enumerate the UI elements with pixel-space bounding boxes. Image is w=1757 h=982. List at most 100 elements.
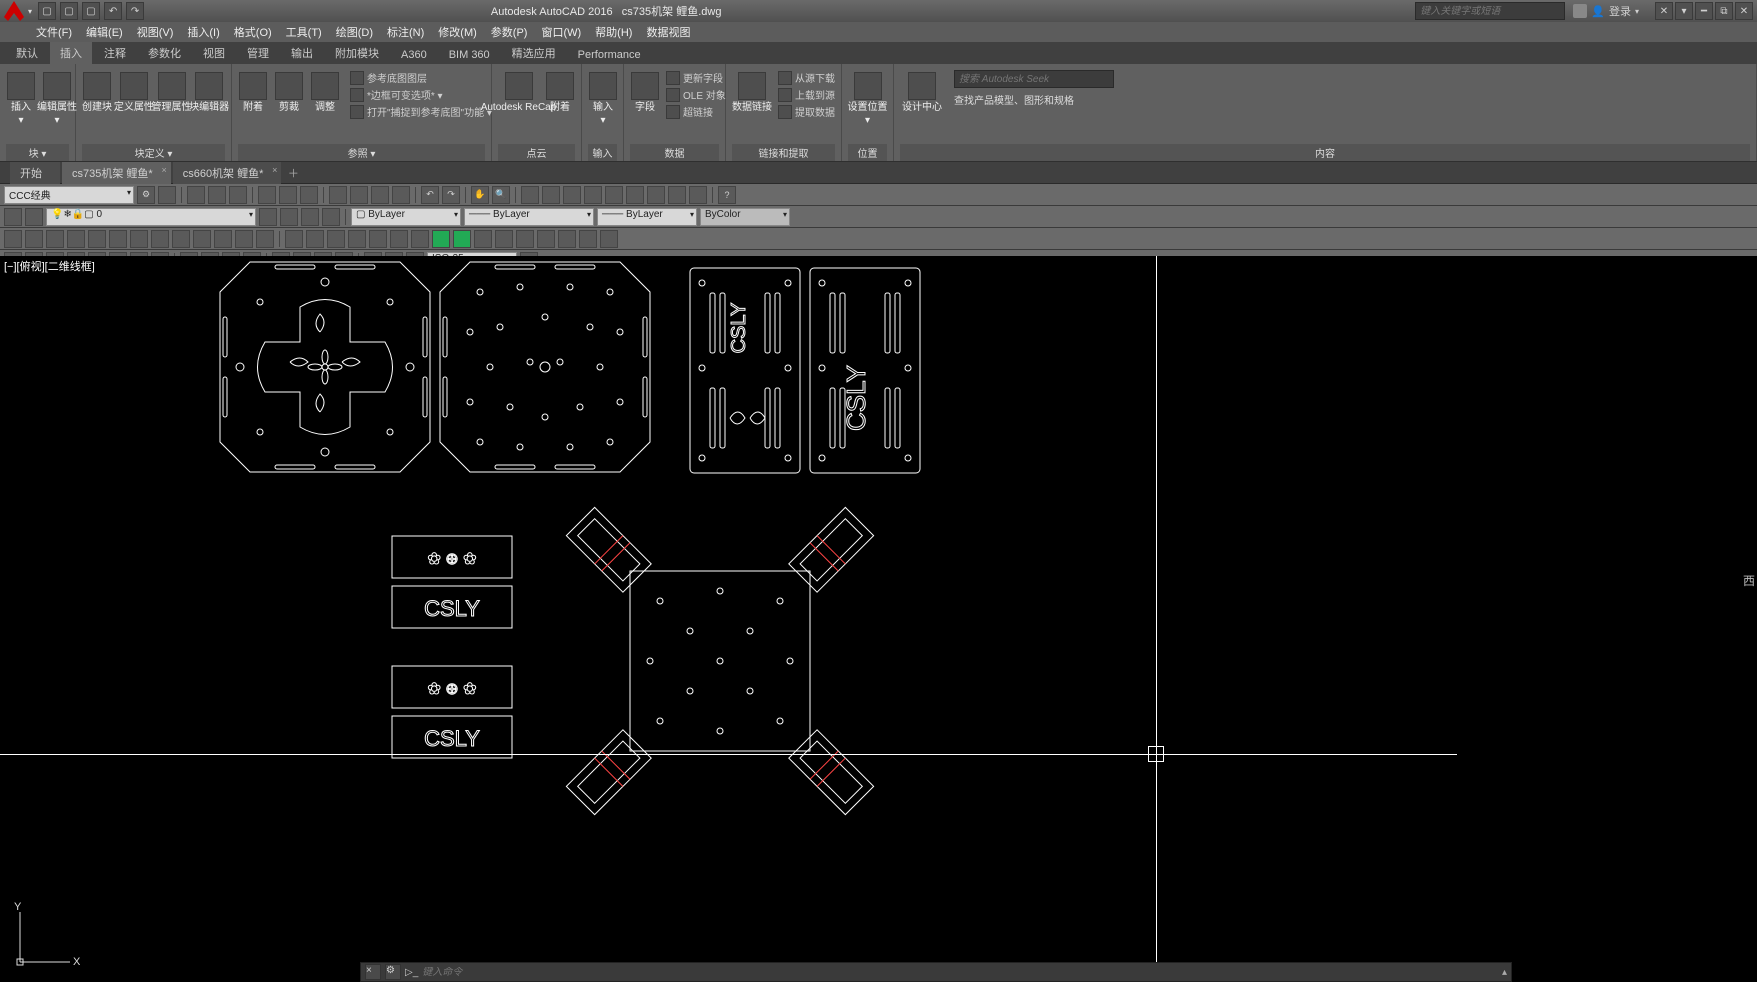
ribbon-tab[interactable]: 插入 (50, 42, 92, 64)
osnap-icon[interactable] (537, 230, 555, 248)
modify-icon[interactable] (151, 230, 169, 248)
tool-icon[interactable] (158, 186, 176, 204)
help-icon[interactable]: ▾ (1675, 2, 1693, 20)
tb-icon[interactable] (668, 186, 686, 204)
plotstyle-dropdown[interactable]: ByColor (700, 208, 790, 226)
modify-icon[interactable] (46, 230, 64, 248)
tb-icon[interactable] (689, 186, 707, 204)
tb-icon[interactable] (259, 208, 277, 226)
color-dropdown[interactable]: ▢ ByLayer (351, 208, 461, 226)
modify-icon[interactable] (172, 230, 190, 248)
pan-icon[interactable]: ✋ (471, 186, 489, 204)
tb-icon[interactable] (605, 186, 623, 204)
redo-icon[interactable]: ↷ (442, 186, 460, 204)
design-center-button[interactable]: 设计中心 (900, 70, 944, 115)
osnap-icon[interactable] (348, 230, 366, 248)
data-link-button[interactable]: 数据链接 (732, 70, 772, 115)
help-search-input[interactable] (1415, 2, 1565, 20)
ribbon-tab[interactable]: 注释 (94, 42, 136, 64)
publish-icon[interactable] (300, 186, 318, 204)
ribbon-tab[interactable]: Performance (568, 46, 651, 64)
command-input[interactable] (422, 967, 1498, 978)
ribbon-tab[interactable]: 精选应用 (502, 42, 566, 64)
layer-props-icon[interactable] (4, 208, 22, 226)
new-icon[interactable] (187, 186, 205, 204)
tb-icon[interactable] (542, 186, 560, 204)
ribbon-tab[interactable]: 输出 (281, 42, 323, 64)
modify-icon[interactable] (214, 230, 232, 248)
osnap-icon[interactable] (285, 230, 303, 248)
tab-cs735[interactable]: cs735机架 鲤鱼*× (62, 162, 171, 184)
preview-icon[interactable] (279, 186, 297, 204)
menu-item[interactable]: 文件(F) (30, 22, 78, 42)
osnap-icon[interactable] (432, 230, 450, 248)
osnap-icon[interactable] (369, 230, 387, 248)
ribbon-tab[interactable]: 默认 (6, 42, 48, 64)
viewcube[interactable]: 西 (1743, 572, 1755, 589)
field-button[interactable]: 字段 (630, 70, 660, 115)
maximize-button[interactable]: ⧉ (1715, 2, 1733, 20)
ribbon-tab[interactable]: A360 (391, 46, 437, 64)
menu-item[interactable]: 数据视图 (640, 22, 696, 42)
menu-item[interactable]: 帮助(H) (589, 22, 638, 42)
osnap-icon[interactable] (600, 230, 618, 248)
extract-data-button[interactable]: 提取数据 (778, 104, 835, 119)
menu-item[interactable]: 绘图(D) (330, 22, 379, 42)
cut-icon[interactable] (329, 186, 347, 204)
cmd-options-icon[interactable]: ⚙ (385, 964, 401, 980)
workspace-dropdown[interactable]: CCC经典 (4, 186, 134, 204)
tab-cs660[interactable]: cs660机架 鲤鱼*× (173, 162, 282, 184)
block-editor-button[interactable]: 块编辑器 (193, 70, 225, 115)
import-button[interactable]: 输入▾ (588, 70, 618, 128)
layer-states-icon[interactable] (25, 208, 43, 226)
download-source-button[interactable]: 从源下载 (778, 70, 835, 85)
define-attr-button[interactable]: 定义属性 (118, 70, 150, 115)
underlay-layers-button[interactable]: 参考底图图层 (350, 70, 492, 85)
osnap-icon[interactable] (495, 230, 513, 248)
close-icon[interactable]: × (272, 165, 277, 175)
command-line[interactable]: × ⚙ ▷_ ▴ (360, 962, 1512, 982)
tb-icon[interactable] (647, 186, 665, 204)
exchange-icon[interactable]: ✕ (1655, 2, 1673, 20)
modify-icon[interactable] (130, 230, 148, 248)
modify-icon[interactable] (256, 230, 274, 248)
tb-icon[interactable] (280, 208, 298, 226)
ribbon-tab[interactable]: 附加模块 (325, 42, 389, 64)
open-icon[interactable] (208, 186, 226, 204)
modify-icon[interactable] (88, 230, 106, 248)
ribbon-tab[interactable]: 管理 (237, 42, 279, 64)
attach-button[interactable]: 附着 (238, 70, 268, 115)
tb-icon[interactable] (626, 186, 644, 204)
seek-search-input[interactable] (954, 70, 1114, 88)
osnap-icon[interactable] (306, 230, 324, 248)
tab-start[interactable]: 开始 (10, 162, 60, 184)
osnap-icon[interactable] (411, 230, 429, 248)
linetype-dropdown[interactable]: ─── ByLayer (464, 208, 594, 226)
tb-icon[interactable] (584, 186, 602, 204)
paste-icon[interactable] (371, 186, 389, 204)
gear-icon[interactable]: ⚙ (137, 186, 155, 204)
qat-redo-icon[interactable]: ↷ (126, 2, 144, 20)
ribbon-tab[interactable]: BIM 360 (439, 46, 500, 64)
ribbon-tab[interactable]: 参数化 (138, 42, 191, 64)
app-menu-dropdown[interactable]: ▾ (28, 7, 32, 16)
layer-dropdown[interactable]: 💡❄🔒▢ 0 (46, 208, 256, 226)
undo-icon[interactable]: ↶ (421, 186, 439, 204)
new-tab-button[interactable]: ＋ (283, 165, 303, 181)
osnap-icon[interactable] (327, 230, 345, 248)
tb-icon[interactable] (521, 186, 539, 204)
set-location-button[interactable]: 设置位置▾ (848, 70, 887, 128)
clip-button[interactable]: 剪裁 (274, 70, 304, 115)
close-icon[interactable]: × (161, 165, 166, 175)
qat-save-icon[interactable]: ▢ (82, 2, 100, 20)
menu-item[interactable]: 标注(N) (381, 22, 430, 42)
qat-undo-icon[interactable]: ↶ (104, 2, 122, 20)
menu-item[interactable]: 视图(V) (131, 22, 180, 42)
menu-item[interactable]: 格式(O) (228, 22, 278, 42)
recap-button[interactable]: Autodesk ReCap (498, 70, 539, 115)
modify-icon[interactable] (193, 230, 211, 248)
save-icon[interactable] (229, 186, 247, 204)
osnap-icon[interactable] (474, 230, 492, 248)
pc-attach-button[interactable]: 附着 (545, 70, 575, 115)
manage-attr-button[interactable]: 管理属性 (156, 70, 188, 115)
